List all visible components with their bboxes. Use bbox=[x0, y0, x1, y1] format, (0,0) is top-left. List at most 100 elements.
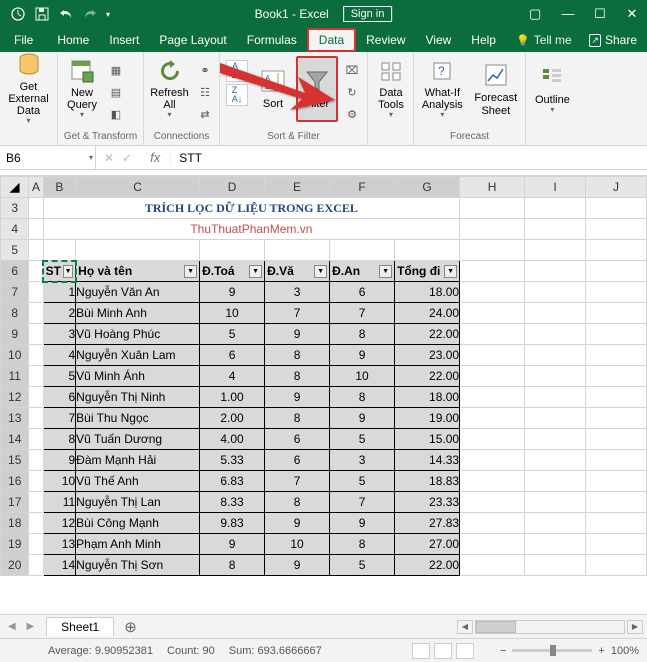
horizontal-scrollbar[interactable] bbox=[475, 620, 625, 634]
cell[interactable]: Bùi Thu Ngọc bbox=[76, 408, 200, 429]
minimize-icon[interactable]: — bbox=[559, 6, 577, 22]
what-if-button[interactable]: ? What-If Analysis▾ bbox=[418, 56, 467, 122]
cell[interactable]: 7 bbox=[265, 471, 330, 492]
row-header[interactable]: 20 bbox=[1, 555, 29, 576]
cell[interactable]: Vũ Minh Ánh bbox=[76, 366, 200, 387]
cell[interactable]: 4 bbox=[43, 345, 76, 366]
add-sheet-icon[interactable]: ⊕ bbox=[114, 618, 147, 636]
subtitle-cell[interactable]: ThuThuatPhanMem.vn bbox=[43, 219, 459, 240]
new-query-button[interactable]: New Query▾ bbox=[62, 56, 102, 122]
cell[interactable]: 6 bbox=[330, 282, 395, 303]
cell[interactable]: Vũ Hoàng Phúc bbox=[76, 324, 200, 345]
name-box[interactable]: B6▾ bbox=[0, 146, 96, 169]
cell[interactable]: 5 bbox=[330, 429, 395, 450]
cell[interactable]: 1 bbox=[43, 282, 76, 303]
row-header[interactable]: 12 bbox=[1, 387, 29, 408]
tab-formulas[interactable]: Formulas bbox=[237, 28, 307, 52]
cell[interactable]: 13 bbox=[43, 534, 76, 555]
data-tools-button[interactable]: Data Tools▾ bbox=[372, 56, 410, 122]
tab-data[interactable]: Data bbox=[307, 28, 356, 52]
cell[interactable]: Đàm Mạnh Hải bbox=[76, 450, 200, 471]
cell[interactable]: Bùi Công Mạnh bbox=[76, 513, 200, 534]
refresh-all-button[interactable]: Refresh All▾ bbox=[148, 56, 191, 122]
cell[interactable]: 10 bbox=[43, 471, 76, 492]
cell[interactable]: 4 bbox=[200, 366, 265, 387]
cell[interactable]: 8 bbox=[265, 366, 330, 387]
cell[interactable]: 23.00 bbox=[395, 345, 460, 366]
cell[interactable]: 27.83 bbox=[395, 513, 460, 534]
row-header[interactable]: 4 bbox=[1, 219, 29, 240]
reapply-icon[interactable]: ↻ bbox=[342, 82, 362, 102]
cell[interactable]: 8 bbox=[200, 555, 265, 576]
tab-help[interactable]: Help bbox=[461, 28, 506, 52]
cell[interactable]: 9 bbox=[200, 534, 265, 555]
row-header[interactable]: 8 bbox=[1, 303, 29, 324]
cell[interactable]: 14.33 bbox=[395, 450, 460, 471]
cell[interactable]: 5 bbox=[330, 555, 395, 576]
cell[interactable]: 3 bbox=[265, 282, 330, 303]
cell[interactable]: 9 bbox=[43, 450, 76, 471]
cell[interactable]: 10 bbox=[200, 303, 265, 324]
cell[interactable]: 22.00 bbox=[395, 555, 460, 576]
cell[interactable]: 8 bbox=[330, 324, 395, 345]
cell[interactable]: 19.00 bbox=[395, 408, 460, 429]
filter-dropdown-icon[interactable]: ▼ bbox=[379, 265, 392, 278]
cell[interactable]: 5 bbox=[330, 471, 395, 492]
cell[interactable]: 10 bbox=[330, 366, 395, 387]
cell[interactable]: 5 bbox=[43, 366, 76, 387]
cell[interactable]: 2 bbox=[43, 303, 76, 324]
cell[interactable]: 3 bbox=[330, 450, 395, 471]
page-layout-icon[interactable] bbox=[434, 643, 452, 659]
clear-filter-icon[interactable]: ⌧ bbox=[342, 60, 362, 80]
formula-input[interactable]: STT bbox=[171, 151, 647, 165]
cell[interactable]: 6 bbox=[200, 345, 265, 366]
tab-file[interactable]: File bbox=[0, 28, 47, 52]
cell[interactable]: 4.00 bbox=[200, 429, 265, 450]
cell[interactable]: 9 bbox=[265, 324, 330, 345]
enter-formula-icon[interactable]: ✓ bbox=[122, 151, 132, 165]
redo-icon[interactable] bbox=[82, 6, 98, 22]
tell-me[interactable]: Tell me bbox=[506, 28, 582, 52]
row-header[interactable]: 17 bbox=[1, 492, 29, 513]
scroll-left-icon[interactable]: ◀ bbox=[457, 620, 473, 634]
from-table-icon[interactable]: ▤ bbox=[106, 82, 126, 102]
cell[interactable]: Bùi Minh Anh bbox=[76, 303, 200, 324]
zoom-in-icon[interactable]: + bbox=[598, 645, 604, 657]
cell[interactable]: Nguyễn Thị Lan bbox=[76, 492, 200, 513]
zoom-out-icon[interactable]: − bbox=[500, 645, 506, 657]
cell[interactable]: 7 bbox=[330, 492, 395, 513]
cell[interactable]: 15.00 bbox=[395, 429, 460, 450]
row-header[interactable]: 6 bbox=[1, 261, 29, 282]
cell[interactable]: 8 bbox=[330, 387, 395, 408]
cell[interactable]: 5.33 bbox=[200, 450, 265, 471]
col-header[interactable]: C bbox=[76, 177, 200, 198]
cell[interactable]: 9 bbox=[265, 513, 330, 534]
maximize-icon[interactable]: ☐ bbox=[591, 6, 609, 22]
select-all-corner[interactable]: ◢ bbox=[1, 177, 29, 198]
row-header[interactable]: 9 bbox=[1, 324, 29, 345]
tab-review[interactable]: Review bbox=[356, 28, 415, 52]
tab-view[interactable]: View bbox=[416, 28, 462, 52]
col-header[interactable]: B bbox=[43, 177, 76, 198]
cell[interactable]: 10 bbox=[265, 534, 330, 555]
cell[interactable]: 8.33 bbox=[200, 492, 265, 513]
close-icon[interactable]: ✕ bbox=[623, 6, 641, 22]
undo-icon[interactable] bbox=[58, 6, 74, 22]
cell[interactable]: 6 bbox=[265, 450, 330, 471]
col-header[interactable]: G bbox=[395, 177, 460, 198]
row-header[interactable]: 14 bbox=[1, 429, 29, 450]
cell[interactable]: 8 bbox=[265, 408, 330, 429]
cell[interactable]: Nguyễn Thị Sơn bbox=[76, 555, 200, 576]
recent-sources-icon[interactable]: ◧ bbox=[106, 104, 126, 124]
cell[interactable]: 9 bbox=[265, 555, 330, 576]
filter-dropdown-icon[interactable]: ▼ bbox=[184, 265, 197, 278]
row-header[interactable]: 18 bbox=[1, 513, 29, 534]
cell[interactable]: 9 bbox=[265, 387, 330, 408]
zoom-level[interactable]: 100% bbox=[611, 645, 639, 657]
forecast-sheet-button[interactable]: Forecast Sheet bbox=[471, 56, 521, 122]
cell[interactable]: 11 bbox=[43, 492, 76, 513]
cell[interactable]: 7 bbox=[265, 303, 330, 324]
row-header[interactable]: 7 bbox=[1, 282, 29, 303]
col-header[interactable]: A bbox=[29, 177, 43, 198]
cell[interactable]: 14 bbox=[43, 555, 76, 576]
